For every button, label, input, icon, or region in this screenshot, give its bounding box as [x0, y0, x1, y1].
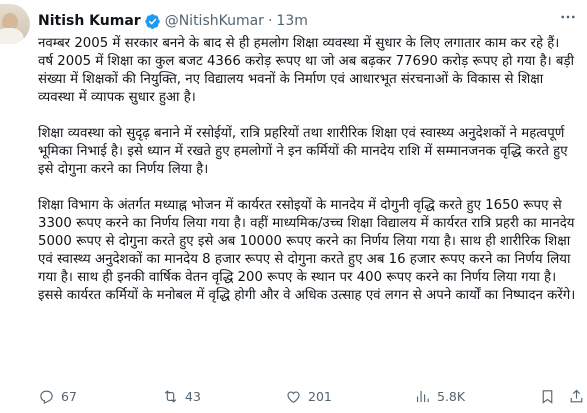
views-button[interactable]: 5.8K: [414, 388, 465, 405]
avatar-shoulders: [0, 28, 24, 44]
repost-count: 43: [185, 388, 201, 404]
heart-icon: [287, 390, 300, 403]
tweet-paragraph: शिक्षा विभाग के अंतर्गत मध्याह्न भोजन मे…: [38, 198, 576, 303]
author-handle[interactable]: @NitishKumar: [165, 13, 264, 29]
author-name[interactable]: Nitish Kumar: [38, 13, 141, 29]
tweet-paragraph: शिक्षा व्यवस्था को सुदृढ़ बनाने में रसोई…: [38, 126, 568, 177]
views-count: 5.8K: [437, 388, 466, 404]
repost-button[interactable]: 43: [162, 388, 201, 405]
avatar[interactable]: [0, 4, 30, 44]
reply-count: 67: [61, 388, 77, 404]
like-count: 201: [308, 388, 332, 404]
bookmark-button[interactable]: [539, 388, 556, 405]
verified-badge-icon: [144, 13, 161, 30]
reply-button[interactable]: 67: [38, 388, 77, 405]
share-icon: [570, 389, 583, 402]
post-time[interactable]: 13m: [276, 13, 307, 29]
share-button[interactable]: [568, 388, 585, 405]
views-chart-icon: [416, 390, 429, 402]
tweet-text: नवम्बर 2005 में सरकार बनने के बाद से ही …: [38, 35, 578, 305]
tweet-actions: 67 43 201 5.8K: [38, 386, 586, 406]
tweet-header: Nitish Kumar @NitishKumar · 13m: [38, 11, 308, 31]
like-button[interactable]: 201: [285, 388, 332, 405]
tweet-paragraph: नवम्बर 2005 में सरकार बनने के बाद से ही …: [38, 36, 575, 105]
more-options-icon[interactable]: [559, 8, 577, 30]
separator-dot: ·: [267, 13, 273, 29]
reply-icon: [40, 390, 53, 404]
repost-icon: [164, 389, 177, 403]
bookmark-icon: [542, 389, 553, 404]
